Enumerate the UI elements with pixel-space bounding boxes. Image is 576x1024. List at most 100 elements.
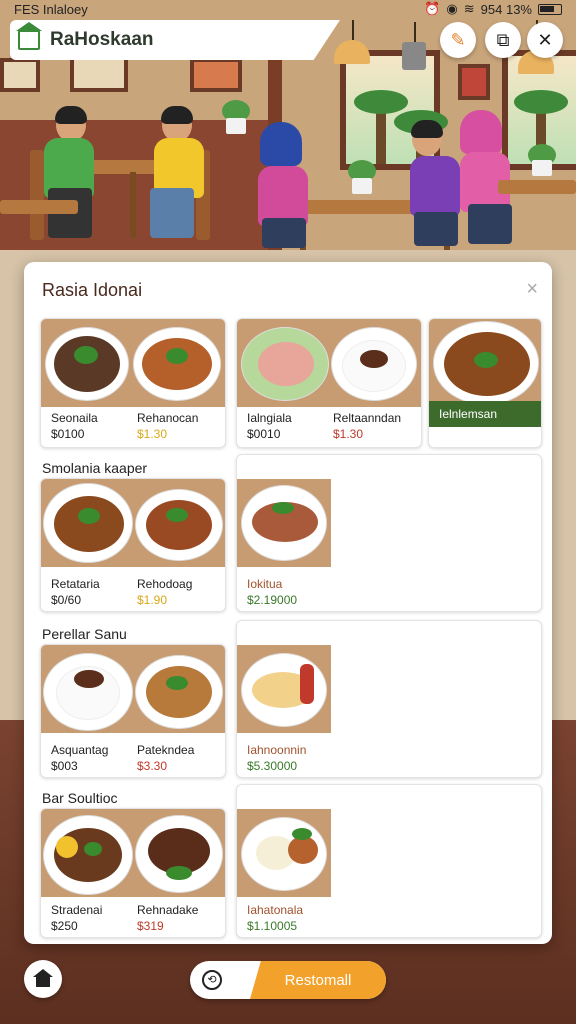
- food-photo: [237, 645, 331, 733]
- menu-card[interactable]: Retataria $0/60 Rehodoag $1.90: [40, 478, 226, 612]
- item-banner: Ielnlemsan: [429, 401, 541, 427]
- refresh-icon: ⟲: [202, 970, 222, 990]
- share-button[interactable]: ⧉: [485, 22, 521, 58]
- item-price: $0/60: [51, 593, 82, 607]
- home-outline-icon[interactable]: [16, 22, 42, 50]
- home-button[interactable]: [24, 960, 62, 998]
- plate: [43, 483, 133, 563]
- item-name: Stradenai: [51, 903, 103, 917]
- item-price: $003: [51, 759, 78, 773]
- item-price: $319: [137, 919, 164, 933]
- section-title: Perellar Sanu: [42, 626, 127, 642]
- section-title: Bar Soultioc: [42, 790, 118, 806]
- plate: [135, 815, 223, 893]
- food-photo: [41, 645, 225, 733]
- plate: [133, 327, 221, 401]
- wall-art: [458, 64, 490, 100]
- lantern: [402, 42, 426, 70]
- plate: [135, 655, 223, 729]
- item-name: Iokitua: [247, 577, 283, 591]
- wall-painting: [190, 58, 242, 92]
- item-name: Iahatonala: [247, 903, 304, 917]
- menu-card[interactable]: Asquantag $003 Patekndea $3.30: [40, 644, 226, 778]
- plate: [135, 489, 223, 561]
- share-icon: ⧉: [496, 29, 510, 50]
- item-price: $0100: [51, 427, 85, 441]
- menu-board: [70, 56, 128, 92]
- menu-card[interactable]: Iahatonala $1.10005: [236, 784, 542, 938]
- status-bar: FES Inlaloey ⏰ ◉ ≋ 954 13%: [0, 0, 576, 18]
- wifi-icon: ≋: [463, 1, 475, 16]
- chair: [30, 150, 44, 240]
- wall-painting: [0, 58, 40, 92]
- app-header: RaHoskaan: [10, 20, 340, 60]
- close-icon: ✕: [537, 29, 553, 50]
- lamp-cord: [352, 20, 354, 40]
- item-name: Patekndea: [137, 743, 195, 757]
- item-name: Rehnadake: [137, 903, 199, 917]
- food-photo: [237, 479, 331, 567]
- plate: [43, 653, 133, 731]
- item-name: Reltaanndan: [333, 411, 402, 425]
- table: [0, 200, 78, 214]
- plate: [43, 815, 133, 895]
- menu-card[interactable]: Seonaila $0100 Rehanocan $1.30: [40, 318, 226, 448]
- food-photo: [237, 319, 421, 407]
- menu-card[interactable]: Ielnlemsan: [428, 318, 542, 448]
- item-name: Seonaila: [51, 411, 98, 425]
- status-left-text: FES Inlaloey: [14, 1, 88, 17]
- item-price: $1.30: [137, 427, 168, 441]
- panel-close-icon[interactable]: ×: [526, 278, 538, 301]
- menu-panel: Rasia Idonai × Seonaila $0100 Rehanocan …: [24, 262, 552, 944]
- item-price: $3.30: [137, 759, 168, 773]
- item-price: $1.90: [137, 593, 168, 607]
- item-name: Iahnoonnin: [247, 743, 307, 757]
- house-icon: [33, 969, 53, 987]
- item-name: Rehanocan: [137, 411, 199, 425]
- plate: [433, 321, 539, 405]
- food-photo: [429, 319, 541, 407]
- food-photo: [237, 809, 331, 897]
- item-price: $250: [51, 919, 78, 933]
- menu-card[interactable]: Iahnoonnin $5.30000: [236, 620, 542, 778]
- plant-pot: [226, 118, 246, 134]
- item-price: $5.30000: [247, 759, 298, 773]
- item-name: Asquantag: [51, 743, 109, 757]
- status-right-text: 954 13%: [480, 1, 532, 17]
- item-price: $0010: [247, 427, 281, 441]
- plant-pot: [532, 160, 552, 176]
- panel-title: Rasia Idonai: [42, 280, 143, 300]
- eye-icon: ◉: [446, 1, 458, 16]
- plate: [331, 327, 417, 401]
- item-name: Retataria: [51, 577, 100, 591]
- item-price: $1.10005: [247, 919, 298, 933]
- food-photo: [41, 479, 225, 567]
- brush-button[interactable]: ✎: [440, 22, 476, 58]
- plate: [241, 485, 327, 561]
- app-title: RaHoskaan: [50, 29, 154, 50]
- plate: [241, 817, 327, 891]
- plant-pot: [352, 178, 372, 194]
- plate: [241, 653, 327, 727]
- battery-icon: [538, 3, 562, 15]
- restore-button[interactable]: Restomall: [250, 961, 386, 999]
- plate: [45, 327, 129, 401]
- food-photo: [41, 809, 225, 897]
- menu-card[interactable]: Ialngiala $0010 Reltaanndan $1.30: [236, 318, 422, 448]
- menu-card[interactable]: Iokitua $2.19000: [236, 454, 542, 612]
- status-icons: ⏰ ◉ ≋ 954 13%: [424, 1, 562, 17]
- alarm-icon: ⏰: [424, 1, 441, 16]
- item-price: $1.30: [333, 427, 364, 441]
- item-price: $2.19000: [247, 593, 298, 607]
- lamp-cord: [414, 22, 416, 42]
- restore-toggle[interactable]: ⟲ Restomall: [190, 961, 386, 999]
- item-name: Ialngiala: [247, 411, 292, 425]
- food-photo: [41, 319, 225, 407]
- section-title: Smolania kaaper: [42, 460, 148, 476]
- plate: [241, 327, 329, 401]
- item-name: Rehodoag: [137, 577, 193, 591]
- close-button[interactable]: ✕: [527, 22, 563, 58]
- menu-card[interactable]: Stradenai $250 Rehnadake $319: [40, 808, 226, 938]
- palm-tree: [354, 90, 408, 164]
- table: [498, 180, 576, 194]
